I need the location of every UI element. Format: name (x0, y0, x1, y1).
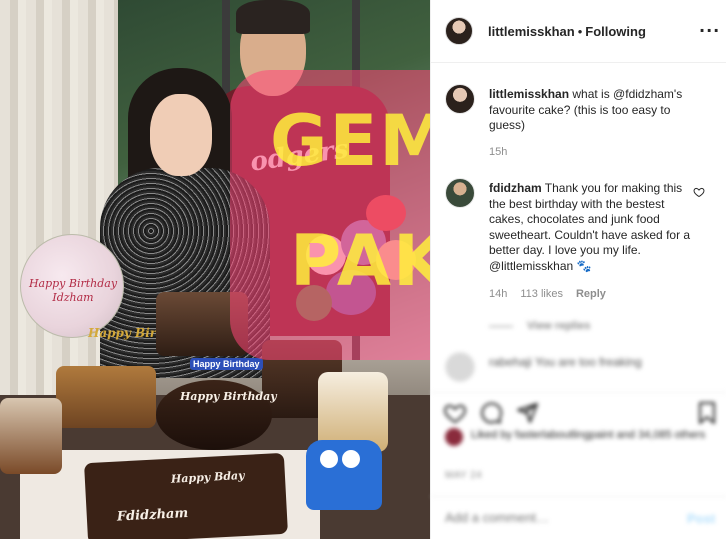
post-comment-button[interactable]: Post (687, 511, 715, 526)
author-avatar[interactable] (445, 17, 473, 45)
comment-text: littlemisskhan what is @fdidzham's favou… (489, 87, 683, 132)
post-header: littlemisskhan • Following ··· (431, 0, 726, 63)
divider-line (489, 325, 513, 327)
action-bar (431, 392, 726, 432)
add-comment-input[interactable] (445, 510, 665, 525)
watermark-text: PAKS (290, 220, 430, 302)
separator: • (577, 24, 583, 39)
likes-text[interactable]: Liked by fasterlaboutlingpaint and 34,08… (471, 428, 711, 442)
commenter-avatar[interactable] (445, 352, 475, 382)
cake-text-name: Fdidzham (116, 505, 189, 525)
add-comment-bar: Post (431, 496, 726, 539)
mention-link[interactable]: @fdidzham (613, 87, 674, 101)
comment-text: rabehaji You are too freaking (489, 355, 642, 369)
cake-text: Happy Birthday (180, 390, 277, 403)
comment-time[interactable]: 15h (489, 146, 507, 158)
comment-username[interactable]: littlemisskhan (489, 87, 569, 101)
author-line: littlemisskhan • Following (488, 24, 646, 39)
cake-text-bday: Happy Bday (170, 468, 245, 486)
comment-username[interactable]: fdidzham (489, 181, 542, 195)
post-date[interactable]: May 24 (445, 470, 482, 481)
comment-text: fdidzham Thank you for making this the b… (489, 181, 691, 273)
balloon-text: Happy Birthday Idzham (28, 277, 118, 304)
more-horizontal-icon[interactable]: ··· (699, 21, 720, 40)
watermark-text: GEM (270, 100, 430, 182)
mention-link[interactable]: @littlemisskhan (489, 259, 573, 273)
brownie-cake: Happy Bday Fdidzham (84, 452, 288, 539)
cheesecake (0, 398, 62, 474)
woman-face (150, 94, 212, 176)
bookmark-icon[interactable] (695, 401, 719, 425)
cake-topper: Happy Birthday (190, 358, 263, 370)
round-chocolate-cake: Happy Birthday (156, 380, 277, 450)
author-username[interactable]: littlemisskhan (488, 24, 575, 39)
following-button[interactable]: Following (585, 24, 646, 39)
cookie-monster-cake (306, 440, 382, 510)
caramel-cake (56, 366, 156, 428)
liker-avatar[interactable] (445, 428, 463, 446)
comment-icon[interactable] (479, 401, 503, 425)
post-side-panel: littlemisskhan • Following ··· littlemissk… (430, 0, 726, 539)
birthday-balloon: Happy Birthday Idzham (20, 234, 124, 338)
man-hair (236, 0, 310, 34)
comment-meta: 14h 113 likes Reply (489, 288, 619, 300)
commenter-avatar[interactable] (445, 178, 475, 208)
comment-likes[interactable]: 113 likes (520, 288, 563, 300)
post-photo[interactable]: odgers Happy Birthday Idzham Happy Birth… (0, 0, 430, 539)
reply-button[interactable]: Reply (576, 288, 606, 300)
comment-meta: 15h (489, 146, 520, 158)
comment-time[interactable]: 14h (489, 288, 507, 300)
commenter-avatar[interactable] (445, 84, 475, 114)
like-heart-icon[interactable] (443, 401, 467, 425)
heart-icon[interactable] (693, 186, 705, 198)
watermark: GEM PAKS (230, 70, 430, 360)
share-icon[interactable] (515, 401, 539, 425)
view-replies-link[interactable]: View replies (489, 320, 590, 332)
